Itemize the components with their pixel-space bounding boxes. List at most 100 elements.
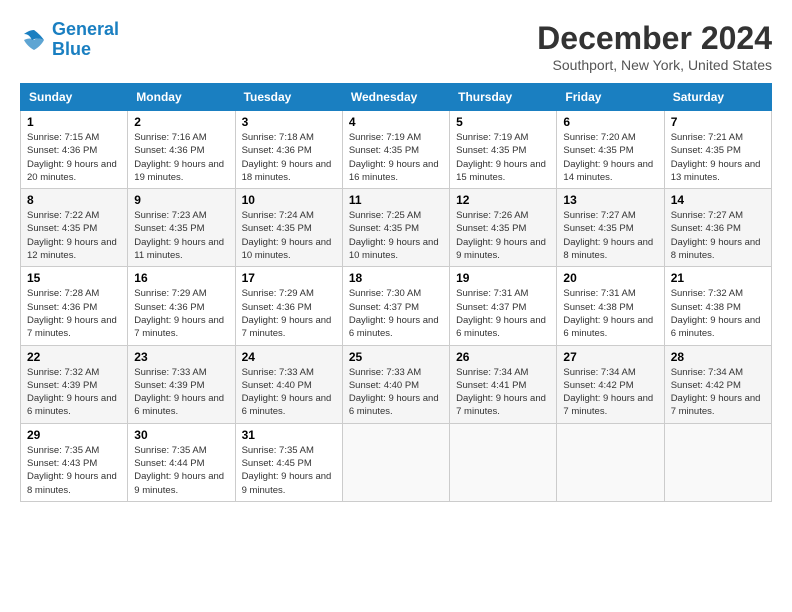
page-header: General Blue December 2024 Southport, Ne…	[20, 20, 772, 73]
calendar-cell: 1 Sunrise: 7:15 AM Sunset: 4:36 PM Dayli…	[21, 111, 128, 189]
day-info: Sunrise: 7:29 AM Sunset: 4:36 PM Dayligh…	[134, 288, 224, 339]
day-number: 8	[27, 193, 121, 207]
day-number: 25	[349, 350, 443, 364]
day-info: Sunrise: 7:19 AM Sunset: 4:35 PM Dayligh…	[349, 132, 439, 183]
day-info: Sunrise: 7:30 AM Sunset: 4:37 PM Dayligh…	[349, 288, 439, 339]
day-number: 14	[671, 193, 765, 207]
day-number: 2	[134, 115, 228, 129]
calendar-cell: 15 Sunrise: 7:28 AM Sunset: 4:36 PM Dayl…	[21, 267, 128, 345]
day-info: Sunrise: 7:32 AM Sunset: 4:39 PM Dayligh…	[27, 367, 117, 418]
calendar-cell: 22 Sunrise: 7:32 AM Sunset: 4:39 PM Dayl…	[21, 345, 128, 423]
calendar-table: SundayMondayTuesdayWednesdayThursdayFrid…	[20, 83, 772, 502]
day-header-saturday: Saturday	[664, 84, 771, 111]
day-info: Sunrise: 7:16 AM Sunset: 4:36 PM Dayligh…	[134, 132, 224, 183]
calendar-cell: 11 Sunrise: 7:25 AM Sunset: 4:35 PM Dayl…	[342, 189, 449, 267]
calendar-cell: 30 Sunrise: 7:35 AM Sunset: 4:44 PM Dayl…	[128, 423, 235, 501]
day-number: 21	[671, 271, 765, 285]
calendar-cell: 6 Sunrise: 7:20 AM Sunset: 4:35 PM Dayli…	[557, 111, 664, 189]
day-number: 10	[242, 193, 336, 207]
day-info: Sunrise: 7:33 AM Sunset: 4:39 PM Dayligh…	[134, 367, 224, 418]
logo: General Blue	[20, 20, 119, 60]
day-info: Sunrise: 7:34 AM Sunset: 4:42 PM Dayligh…	[563, 367, 653, 418]
day-number: 4	[349, 115, 443, 129]
day-header-friday: Friday	[557, 84, 664, 111]
day-number: 24	[242, 350, 336, 364]
day-info: Sunrise: 7:34 AM Sunset: 4:41 PM Dayligh…	[456, 367, 546, 418]
day-info: Sunrise: 7:35 AM Sunset: 4:44 PM Dayligh…	[134, 445, 224, 496]
calendar-cell: 14 Sunrise: 7:27 AM Sunset: 4:36 PM Dayl…	[664, 189, 771, 267]
day-number: 19	[456, 271, 550, 285]
day-number: 16	[134, 271, 228, 285]
calendar-cell: 20 Sunrise: 7:31 AM Sunset: 4:38 PM Dayl…	[557, 267, 664, 345]
calendar-cell	[664, 423, 771, 501]
day-info: Sunrise: 7:23 AM Sunset: 4:35 PM Dayligh…	[134, 210, 224, 261]
logo-general: General	[52, 19, 119, 39]
calendar-cell: 12 Sunrise: 7:26 AM Sunset: 4:35 PM Dayl…	[450, 189, 557, 267]
calendar-cell: 2 Sunrise: 7:16 AM Sunset: 4:36 PM Dayli…	[128, 111, 235, 189]
day-number: 23	[134, 350, 228, 364]
calendar-cell: 29 Sunrise: 7:35 AM Sunset: 4:43 PM Dayl…	[21, 423, 128, 501]
calendar-cell: 10 Sunrise: 7:24 AM Sunset: 4:35 PM Dayl…	[235, 189, 342, 267]
day-info: Sunrise: 7:27 AM Sunset: 4:36 PM Dayligh…	[671, 210, 761, 261]
calendar-cell: 3 Sunrise: 7:18 AM Sunset: 4:36 PM Dayli…	[235, 111, 342, 189]
day-header-thursday: Thursday	[450, 84, 557, 111]
day-info: Sunrise: 7:34 AM Sunset: 4:42 PM Dayligh…	[671, 367, 761, 418]
calendar-cell: 24 Sunrise: 7:33 AM Sunset: 4:40 PM Dayl…	[235, 345, 342, 423]
calendar-cell: 18 Sunrise: 7:30 AM Sunset: 4:37 PM Dayl…	[342, 267, 449, 345]
day-number: 28	[671, 350, 765, 364]
day-number: 22	[27, 350, 121, 364]
day-number: 29	[27, 428, 121, 442]
calendar-cell: 19 Sunrise: 7:31 AM Sunset: 4:37 PM Dayl…	[450, 267, 557, 345]
day-info: Sunrise: 7:20 AM Sunset: 4:35 PM Dayligh…	[563, 132, 653, 183]
day-number: 20	[563, 271, 657, 285]
calendar-cell: 26 Sunrise: 7:34 AM Sunset: 4:41 PM Dayl…	[450, 345, 557, 423]
day-header-tuesday: Tuesday	[235, 84, 342, 111]
day-info: Sunrise: 7:22 AM Sunset: 4:35 PM Dayligh…	[27, 210, 117, 261]
day-number: 18	[349, 271, 443, 285]
day-info: Sunrise: 7:35 AM Sunset: 4:43 PM Dayligh…	[27, 445, 117, 496]
day-info: Sunrise: 7:31 AM Sunset: 4:37 PM Dayligh…	[456, 288, 546, 339]
day-info: Sunrise: 7:33 AM Sunset: 4:40 PM Dayligh…	[349, 367, 439, 418]
month-title: December 2024	[537, 20, 772, 57]
day-number: 11	[349, 193, 443, 207]
location: Southport, New York, United States	[537, 57, 772, 73]
day-number: 15	[27, 271, 121, 285]
day-info: Sunrise: 7:26 AM Sunset: 4:35 PM Dayligh…	[456, 210, 546, 261]
day-info: Sunrise: 7:19 AM Sunset: 4:35 PM Dayligh…	[456, 132, 546, 183]
day-info: Sunrise: 7:24 AM Sunset: 4:35 PM Dayligh…	[242, 210, 332, 261]
calendar-cell: 31 Sunrise: 7:35 AM Sunset: 4:45 PM Dayl…	[235, 423, 342, 501]
day-number: 31	[242, 428, 336, 442]
day-info: Sunrise: 7:29 AM Sunset: 4:36 PM Dayligh…	[242, 288, 332, 339]
calendar-cell	[342, 423, 449, 501]
day-header-wednesday: Wednesday	[342, 84, 449, 111]
calendar-cell: 16 Sunrise: 7:29 AM Sunset: 4:36 PM Dayl…	[128, 267, 235, 345]
day-number: 12	[456, 193, 550, 207]
title-block: December 2024 Southport, New York, Unite…	[537, 20, 772, 73]
day-number: 26	[456, 350, 550, 364]
logo-blue: Blue	[52, 39, 91, 59]
calendar-cell: 9 Sunrise: 7:23 AM Sunset: 4:35 PM Dayli…	[128, 189, 235, 267]
calendar-cell: 27 Sunrise: 7:34 AM Sunset: 4:42 PM Dayl…	[557, 345, 664, 423]
calendar-cell: 21 Sunrise: 7:32 AM Sunset: 4:38 PM Dayl…	[664, 267, 771, 345]
day-number: 1	[27, 115, 121, 129]
calendar-cell	[557, 423, 664, 501]
day-info: Sunrise: 7:32 AM Sunset: 4:38 PM Dayligh…	[671, 288, 761, 339]
day-number: 7	[671, 115, 765, 129]
calendar-cell: 13 Sunrise: 7:27 AM Sunset: 4:35 PM Dayl…	[557, 189, 664, 267]
day-number: 27	[563, 350, 657, 364]
day-number: 6	[563, 115, 657, 129]
day-info: Sunrise: 7:28 AM Sunset: 4:36 PM Dayligh…	[27, 288, 117, 339]
day-number: 17	[242, 271, 336, 285]
day-number: 3	[242, 115, 336, 129]
day-info: Sunrise: 7:18 AM Sunset: 4:36 PM Dayligh…	[242, 132, 332, 183]
calendar-cell: 17 Sunrise: 7:29 AM Sunset: 4:36 PM Dayl…	[235, 267, 342, 345]
calendar-cell: 25 Sunrise: 7:33 AM Sunset: 4:40 PM Dayl…	[342, 345, 449, 423]
day-number: 30	[134, 428, 228, 442]
day-info: Sunrise: 7:31 AM Sunset: 4:38 PM Dayligh…	[563, 288, 653, 339]
day-info: Sunrise: 7:35 AM Sunset: 4:45 PM Dayligh…	[242, 445, 332, 496]
day-number: 9	[134, 193, 228, 207]
calendar-cell: 7 Sunrise: 7:21 AM Sunset: 4:35 PM Dayli…	[664, 111, 771, 189]
day-info: Sunrise: 7:27 AM Sunset: 4:35 PM Dayligh…	[563, 210, 653, 261]
day-header-monday: Monday	[128, 84, 235, 111]
calendar-cell	[450, 423, 557, 501]
